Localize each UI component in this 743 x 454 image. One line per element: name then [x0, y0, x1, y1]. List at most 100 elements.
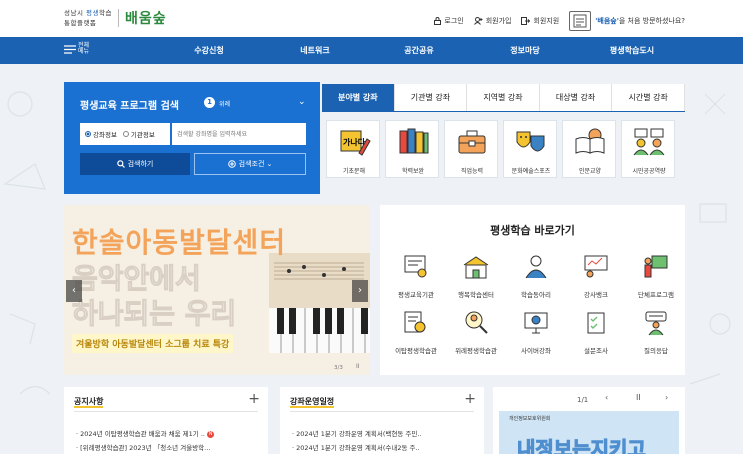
banner-headline-3: 하나되는 우리 — [71, 297, 237, 331]
shortcut-wirye-center[interactable]: 위례평생학습관 — [446, 309, 506, 363]
group-icon — [525, 255, 547, 279]
search-input[interactable] — [172, 123, 306, 145]
user-plus-icon — [473, 17, 483, 25]
search-button[interactable]: 검색하기 — [80, 153, 190, 175]
category-tabs: 분야별 강좌 기관별 강좌 지역별 강좌 대상별 강좌 시간별 강좌 — [322, 84, 685, 112]
tab-by-time[interactable]: 시간별 강좌 — [612, 84, 685, 111]
category-vocational[interactable]: 직업능력 — [444, 120, 498, 178]
tab-by-org[interactable]: 기관별 강좌 — [395, 84, 468, 111]
category-basic-literacy[interactable]: 가나다 기초문해 — [326, 120, 380, 178]
schedule-more-button[interactable]: + — [464, 391, 476, 407]
tab-by-field[interactable]: 분야별 강좌 — [322, 84, 395, 111]
hamburger-icon — [64, 44, 76, 54]
shortcut-instructor-bank[interactable]: 강사뱅크 — [566, 253, 626, 307]
category-culture-arts[interactable]: 문화예술스포츠 — [503, 120, 557, 178]
qna-person-icon — [645, 311, 667, 336]
search-icon — [116, 160, 125, 168]
divider — [290, 411, 474, 412]
notice-title[interactable]: 공지사항 — [74, 396, 104, 408]
category-academic[interactable]: 학력보완 — [385, 120, 439, 178]
nav-item-space-share[interactable]: 공간공유 — [404, 37, 433, 64]
survey-icon — [587, 312, 605, 334]
banner-next-button[interactable]: › — [352, 280, 368, 302]
popup-slider-panel: 1/1 ‹ II › 개인정보보호위원회 내정보는지키고 — [493, 387, 685, 454]
nav-item-network[interactable]: 네트워크 — [300, 37, 329, 64]
category-tab-panel: 분야별 강좌 기관별 강좌 지역별 강좌 대상별 강좌 시간별 강좌 가나다 기… — [322, 84, 685, 194]
lock-icon — [434, 17, 442, 25]
slider-next-button[interactable]: › — [665, 393, 668, 402]
theater-masks-icon — [516, 131, 545, 152]
member-support-link[interactable]: 회원지원 — [521, 16, 559, 26]
certificate-icon — [404, 255, 427, 278]
shortcut-study-club[interactable]: 학습동아리 — [506, 253, 566, 307]
school-building-icon — [463, 256, 489, 279]
notice-row[interactable]: · [위례평생학습관] 2023년 「청소년 겨울방학... — [76, 442, 210, 452]
search-type-radios: 강좌정보 기관정보 — [80, 123, 170, 145]
magnifier-person-icon — [465, 311, 488, 334]
svg-text:가나다: 가나다 — [343, 137, 366, 147]
popup-image[interactable]: 개인정보보호위원회 내정보는지키고 — [499, 411, 679, 454]
schedule-title[interactable]: 강좌운영일정 — [290, 396, 335, 408]
slider-prev-button[interactable]: ‹ — [605, 393, 608, 402]
tab-by-target[interactable]: 대상별 강좌 — [540, 84, 613, 111]
new-badge: N — [207, 430, 215, 438]
notice-more-button[interactable]: + — [248, 391, 260, 407]
region-step-badge: 1 — [204, 97, 215, 108]
site-logo[interactable]: 성남시 평생학습 통합플랫폼 배움숲 — [64, 8, 167, 28]
banner-headline-1: 한솔아동발달센터 — [72, 226, 287, 259]
shortcut-group-program[interactable]: 단체프로그램 — [626, 253, 686, 307]
shortcut-title: 평생학습 바로가기 — [490, 224, 575, 237]
banner-pause-button[interactable]: II — [356, 363, 360, 370]
promo-banner[interactable]: 한솔아동발달센터 음악안에서 하나되는 우리 겨울방학 아동발달센터 소그룹 치… — [64, 205, 370, 375]
guide-icon[interactable] — [569, 11, 592, 31]
shortcut-happy-center[interactable]: 행복학습센터 — [446, 253, 506, 307]
slider-pause-button[interactable]: II — [636, 393, 641, 402]
schedule-panel: 강좌운영일정 + · 2024년 1분기 강좌운영 계획서(백현동 주민.. ·… — [280, 387, 484, 454]
document-search-icon — [404, 311, 426, 333]
category-humanities[interactable]: 인문교양 — [562, 120, 616, 178]
all-menu-button[interactable]: 전체메뉴 — [64, 43, 92, 55]
slider-counter: 1/1 — [577, 396, 589, 404]
region-label: 위례 — [219, 101, 231, 108]
category-civic[interactable]: 시민공공역량 — [621, 120, 675, 178]
shortcut-survey[interactable]: 설문조사 — [566, 309, 626, 363]
program-search-panel: 평생교육 프로그램 검색 1 위례 ⌄ 강좌정보 기관정보 검색하기 검색조건⌄ — [64, 82, 320, 194]
exit-icon — [521, 17, 531, 25]
monitor-icon — [524, 312, 548, 334]
shortcut-panel: 평생학습 바로가기 평생교육기관 행복학습센터 학습동아리 강사뱅크 단체프로그… — [380, 205, 685, 375]
divider — [74, 411, 258, 412]
shortcut-qna[interactable]: 질의응답 — [626, 309, 686, 363]
search-condition-button[interactable]: 검색조건 ⌄ — [194, 153, 306, 175]
logo-text: 성남시 평생학습 통합플랫폼 — [64, 9, 112, 27]
tab-by-region[interactable]: 지역별 강좌 — [467, 84, 540, 111]
schedule-row[interactable]: · 2024년 1분기 강좌운영 계획서(수내2동 주.. — [292, 442, 420, 452]
login-link[interactable]: 로그인 — [434, 16, 464, 26]
nav-item-info[interactable]: 정보마당 — [510, 37, 539, 64]
notice-row[interactable]: · 2024년 이탑평생학습관 배움과 채움 제1기 .. N — [76, 428, 215, 438]
course-radio[interactable] — [85, 131, 91, 137]
banner-subtitle: 겨울방학 아동발달센터 소그룹 치료 특강 — [72, 334, 234, 353]
literacy-icon: 가나다 — [340, 130, 371, 156]
open-book-icon — [575, 128, 605, 154]
banner-headline-2: 음악안에서 — [72, 262, 202, 296]
shortcut-institutions[interactable]: 평생교육기관 — [386, 253, 446, 307]
search-title: 평생교육 프로그램 검색 — [80, 101, 179, 112]
org-radio[interactable] — [122, 131, 129, 137]
books-icon — [399, 128, 429, 154]
notice-panel: 공지사항 + · 2024년 이탑평생학습관 배움과 채움 제1기 .. N ·… — [64, 387, 268, 454]
first-visit-link[interactable]: '배움숲'을 처음 방문하셨나요? — [595, 16, 685, 26]
top-bar: 성남시 평생학습 통합플랫폼 배움숲 로그인 회원가입 회원지원 '배움숲'을 … — [0, 0, 743, 37]
lecturer-board-icon — [584, 255, 608, 278]
signup-link[interactable]: 회원가입 — [473, 16, 511, 26]
nav-item-enroll[interactable]: 수강신청 — [194, 37, 223, 64]
banner-page-indicator: 3/3 — [334, 365, 343, 371]
piano-sheet-music-image — [269, 253, 370, 353]
shortcut-cyber-course[interactable]: 사이버강좌 — [506, 309, 566, 363]
schedule-row[interactable]: · 2024년 1분기 강좌운영 계획서(백현동 주민.. — [292, 428, 421, 438]
banner-prev-button[interactable]: ‹ — [66, 280, 82, 302]
region-chevron-down-icon[interactable]: ⌄ — [298, 97, 306, 107]
main-nav: 전체메뉴 수강신청 네트워크 공간공유 정보마당 평생학습도시 — [0, 37, 743, 64]
briefcase-icon — [458, 130, 486, 154]
shortcut-itap-center[interactable]: 이탑평생학습관 — [386, 309, 446, 363]
nav-item-learning-city[interactable]: 평생학습도시 — [610, 37, 654, 64]
